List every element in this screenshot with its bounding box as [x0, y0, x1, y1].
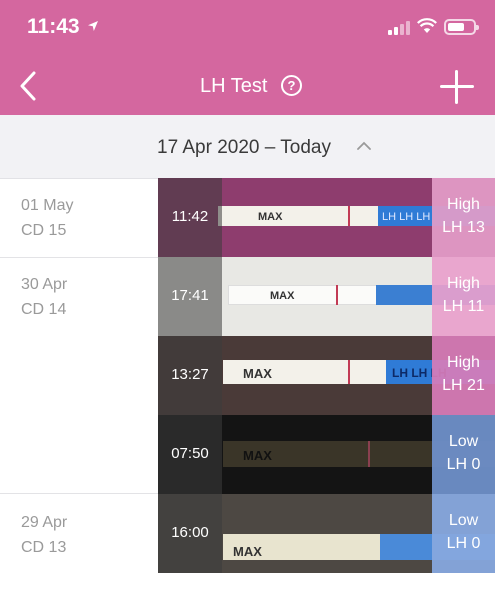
test-time: 07:50 — [171, 445, 209, 462]
page-title: LH Test — [200, 75, 268, 97]
cycle-day: CD 14 — [21, 301, 67, 318]
help-button[interactable]: ? — [281, 75, 302, 96]
result-level: Low — [448, 512, 479, 529]
date-range-label: 17 Apr 2020 – Today — [157, 137, 331, 158]
result-badge — [432, 257, 495, 336]
day-divider — [0, 257, 158, 258]
result-badge — [432, 415, 495, 494]
result-level: Low — [448, 433, 479, 450]
wifi-icon — [417, 18, 437, 33]
day-divider — [0, 493, 158, 494]
test-entry[interactable]: MAX 16:00 Low LH 0 — [158, 494, 495, 573]
test-time: 11:42 — [171, 208, 209, 225]
back-button[interactable] — [14, 68, 46, 104]
result-badge — [432, 178, 495, 257]
add-test-button[interactable] — [440, 70, 474, 104]
test-entry[interactable]: MAX 07:50 Low LH 0 — [158, 415, 495, 494]
result-value: LH 0 — [446, 535, 481, 552]
status-time: 11:43 — [27, 15, 80, 38]
date-range-selector[interactable]: 17 Apr 2020 – Today — [0, 115, 495, 179]
result-badge — [432, 336, 495, 415]
battery-icon — [444, 19, 479, 35]
result-value: LH 0 — [446, 456, 481, 473]
result-value: LH 21 — [442, 377, 485, 394]
chevron-up-icon[interactable] — [357, 141, 371, 151]
location-arrow-icon — [88, 21, 98, 31]
test-entry[interactable]: MAX 17:41 High LH 11 — [158, 257, 495, 336]
result-value: LH 13 — [442, 219, 485, 236]
day-date: 30 Apr — [21, 276, 68, 293]
day-date: 29 Apr — [21, 514, 68, 531]
test-time: 16:00 — [171, 524, 209, 541]
cellular-signal-icon — [388, 21, 410, 35]
result-level: High — [447, 275, 480, 292]
cycle-day: CD 13 — [21, 539, 67, 556]
result-level: High — [447, 196, 480, 213]
test-time: 17:41 — [171, 287, 209, 304]
test-entry[interactable]: MAX LH LH LH 13:27 High LH 21 — [158, 336, 495, 415]
cycle-day: CD 15 — [21, 222, 67, 239]
app-header: 11:43 LH Test ? — [0, 0, 495, 115]
day-date: 01 May — [21, 197, 74, 214]
result-badge — [432, 494, 495, 573]
result-value: LH 11 — [442, 298, 485, 315]
result-level: High — [447, 354, 480, 371]
test-time: 13:27 — [171, 366, 209, 383]
test-entry[interactable]: MAX LH LH LH 11:42 High LH 13 — [158, 178, 495, 257]
chevron-left-icon — [20, 71, 36, 101]
